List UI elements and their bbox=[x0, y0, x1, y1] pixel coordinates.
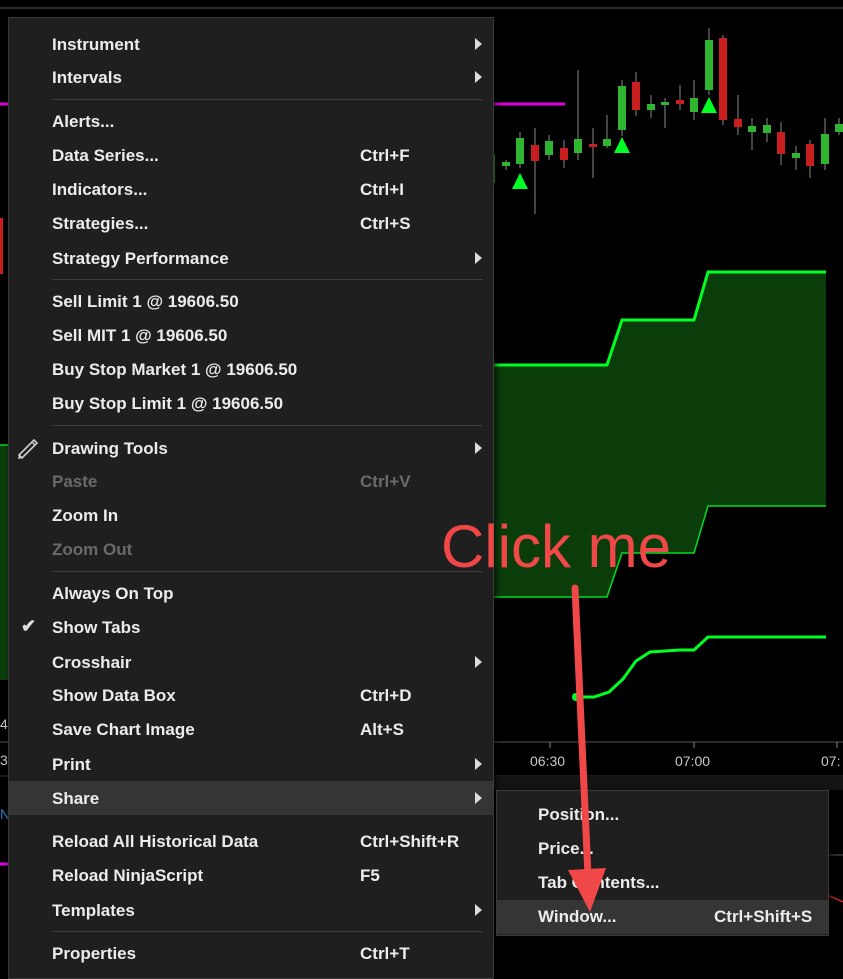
buy-marker bbox=[701, 97, 717, 113]
submenu-arrow-icon bbox=[475, 792, 482, 804]
candlesticks bbox=[489, 28, 843, 214]
menu-item-sell-mit[interactable]: Sell MIT 1 @ 19606.50 bbox=[9, 318, 493, 352]
menu-item-label: Zoom In bbox=[52, 506, 119, 525]
menu-item-label: Save Chart Image bbox=[52, 720, 195, 739]
menu-item-drawing-tools[interactable]: Drawing Tools bbox=[9, 431, 493, 465]
click-me-annotation: Click me bbox=[441, 513, 672, 580]
indicator-curve bbox=[576, 635, 826, 699]
submenu-arrow-icon bbox=[475, 904, 482, 916]
menu-separator bbox=[52, 571, 482, 572]
menu-item-label: Crosshair bbox=[52, 653, 132, 672]
menu-item-label: Drawing Tools bbox=[52, 439, 168, 458]
menu-item-crosshair[interactable]: Crosshair bbox=[9, 645, 493, 679]
menu-item-label: Show Data Box bbox=[52, 686, 176, 705]
menu-item-label: Share bbox=[52, 789, 100, 808]
menu-item-shortcut: Ctrl+S bbox=[360, 214, 411, 233]
menu-item-reload-ninjascript[interactable]: Reload NinjaScript F5 bbox=[9, 858, 493, 892]
submenu-item-label: Tab Contents... bbox=[538, 873, 660, 892]
menu-item-label: Buy Stop Limit 1 @ 19606.50 bbox=[52, 394, 284, 413]
submenu-arrow-icon bbox=[475, 71, 482, 83]
buy-marker bbox=[614, 137, 630, 153]
menu-item-intervals[interactable]: Intervals bbox=[9, 60, 493, 94]
submenu-item-label: Window... bbox=[538, 907, 617, 926]
menu-item-label: Alerts... bbox=[52, 112, 115, 131]
menu-item-shortcut: Ctrl+I bbox=[360, 180, 404, 199]
menu-item-strategies[interactable]: Strategies... Ctrl+S bbox=[9, 206, 493, 240]
chart-context-menu: Instrument Intervals Alerts... Data Seri… bbox=[8, 17, 494, 979]
menu-item-shortcut: Ctrl+V bbox=[360, 472, 411, 491]
menu-item-shortcut: F5 bbox=[360, 866, 380, 885]
menu-item-alerts[interactable]: Alerts... bbox=[9, 104, 493, 138]
menu-item-label: Templates bbox=[52, 901, 135, 920]
indicator-band-fill bbox=[0, 445, 8, 680]
submenu-item-label: Position... bbox=[538, 805, 620, 824]
menu-item-label: Indicators... bbox=[52, 180, 148, 199]
menu-separator bbox=[52, 279, 482, 280]
edge-label: 4 bbox=[0, 716, 8, 732]
menu-item-shortcut: Ctrl+T bbox=[360, 944, 410, 963]
time-axis-label: 07:00 bbox=[675, 753, 711, 769]
menu-item-label: Sell Limit 1 @ 19606.50 bbox=[52, 292, 239, 311]
menu-item-instrument[interactable]: Instrument bbox=[9, 27, 493, 61]
time-axis-label: 06:30 bbox=[530, 753, 566, 769]
menu-item-zoom-out[interactable]: Zoom Out bbox=[9, 532, 493, 566]
menu-item-buy-stop-limit[interactable]: Buy Stop Limit 1 @ 19606.50 bbox=[9, 386, 493, 420]
menu-item-zoom-in[interactable]: Zoom In bbox=[9, 498, 493, 532]
submenu-arrow-icon bbox=[475, 442, 482, 454]
menu-item-indicators[interactable]: Indicators... Ctrl+I bbox=[9, 172, 493, 206]
share-submenu: Position... Price... Tab Contents... Win… bbox=[496, 790, 829, 936]
menu-item-show-tabs[interactable]: ✔ Show Tabs bbox=[9, 610, 493, 644]
submenu-item-label: Price... bbox=[538, 839, 594, 858]
menu-separator bbox=[52, 99, 482, 100]
submenu-item-shortcut: Ctrl+Shift+S bbox=[714, 907, 813, 926]
time-axis-label: 07: bbox=[821, 753, 841, 769]
menu-item-label: Intervals bbox=[52, 68, 122, 87]
share-item-window[interactable]: Window... Ctrl+Shift+S bbox=[497, 900, 828, 934]
menu-separator bbox=[52, 931, 482, 932]
menu-item-shortcut: Ctrl+F bbox=[360, 146, 410, 165]
menu-item-strategy-performance[interactable]: Strategy Performance bbox=[9, 241, 493, 275]
submenu-arrow-icon bbox=[475, 758, 482, 770]
menu-item-always-on-top[interactable]: Always On Top bbox=[9, 576, 493, 610]
share-item-tab-contents[interactable]: Tab Contents... bbox=[497, 866, 828, 900]
menu-item-paste[interactable]: Paste Ctrl+V bbox=[9, 464, 493, 498]
menu-item-label: Always On Top bbox=[52, 584, 174, 603]
menu-item-label: Data Series... bbox=[52, 146, 159, 165]
menu-item-shortcut: Ctrl+D bbox=[360, 686, 412, 705]
edge-label: 3 bbox=[0, 752, 8, 768]
share-item-price[interactable]: Price... bbox=[497, 832, 828, 866]
menu-item-reload-historical-data[interactable]: Reload All Historical Data Ctrl+Shift+R bbox=[9, 824, 493, 858]
menu-item-save-chart-image[interactable]: Save Chart Image Alt+S bbox=[9, 712, 493, 746]
share-item-position[interactable]: Position... bbox=[497, 798, 828, 832]
menu-item-label: Buy Stop Market 1 @ 19606.50 bbox=[52, 360, 298, 379]
menu-item-label: Zoom Out bbox=[52, 540, 133, 559]
submenu-arrow-icon bbox=[475, 252, 482, 264]
menu-item-show-data-box[interactable]: Show Data Box Ctrl+D bbox=[9, 678, 493, 712]
menu-item-label: Show Tabs bbox=[52, 618, 141, 637]
buy-marker bbox=[512, 173, 528, 189]
menu-item-label: Instrument bbox=[52, 35, 140, 54]
menu-item-shortcut: Alt+S bbox=[360, 720, 404, 739]
menu-item-properties[interactable]: Properties Ctrl+T bbox=[9, 936, 493, 970]
menu-item-sell-limit[interactable]: Sell Limit 1 @ 19606.50 bbox=[9, 284, 493, 318]
menu-separator bbox=[52, 425, 482, 426]
menu-item-label: Print bbox=[52, 755, 91, 774]
menu-item-label: Sell MIT 1 @ 19606.50 bbox=[52, 326, 228, 345]
submenu-arrow-icon bbox=[475, 656, 482, 668]
menu-item-label: Reload All Historical Data bbox=[52, 832, 259, 851]
submenu-arrow-icon bbox=[475, 38, 482, 50]
menu-item-label: Properties bbox=[52, 944, 137, 963]
menu-item-data-series[interactable]: Data Series... Ctrl+F bbox=[9, 138, 493, 172]
menu-item-shortcut: Ctrl+Shift+R bbox=[360, 832, 460, 851]
menu-item-share[interactable]: Share bbox=[9, 781, 493, 815]
menu-item-label: Strategies... bbox=[52, 214, 149, 233]
menu-item-label: Strategy Performance bbox=[52, 249, 229, 268]
menu-item-print[interactable]: Print bbox=[9, 747, 493, 781]
menu-item-label: Paste bbox=[52, 472, 98, 491]
menu-item-templates[interactable]: Templates bbox=[9, 893, 493, 927]
menu-item-label: Reload NinjaScript bbox=[52, 866, 204, 885]
checkmark-icon: ✔ bbox=[21, 616, 37, 636]
pencil-icon bbox=[15, 435, 41, 466]
menu-item-buy-stop-market[interactable]: Buy Stop Market 1 @ 19606.50 bbox=[9, 352, 493, 386]
